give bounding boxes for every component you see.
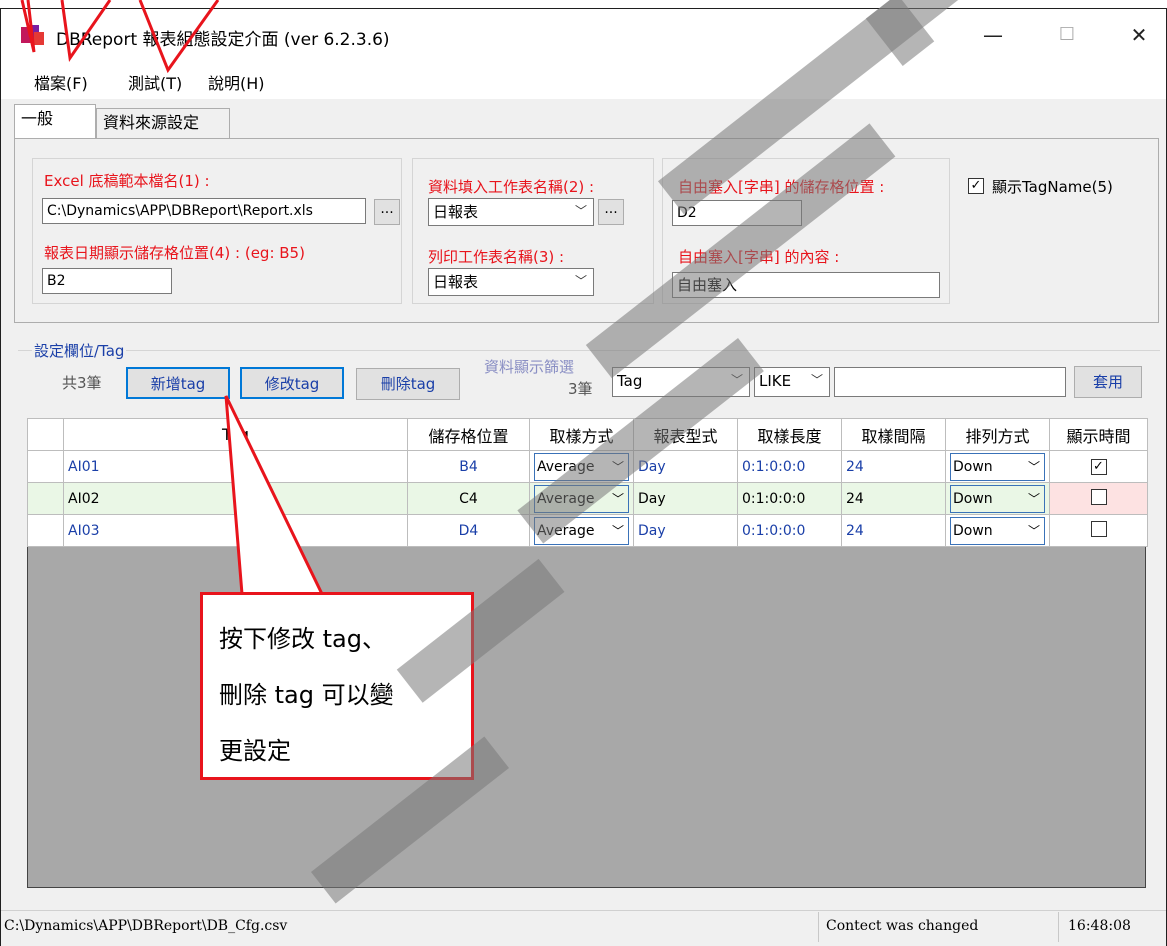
annotation-callout: 按下修改 tag、 刪除 tag 可以變 更設定 [200,592,474,780]
callout-line-3: 更設定 [219,737,291,765]
tab-general[interactable]: 一般 [14,104,96,138]
arrow-to-test-menu [138,0,220,74]
arrow-to-file-menu-2 [60,0,112,63]
annotation-arrows [20,0,325,596]
callout-line-2: 刪除 tag 可以變 [219,681,394,709]
callout-pointer [224,395,325,596]
callout-line-1: 按下修改 tag、 [219,625,386,653]
arrow-to-file-menu [20,0,36,53]
